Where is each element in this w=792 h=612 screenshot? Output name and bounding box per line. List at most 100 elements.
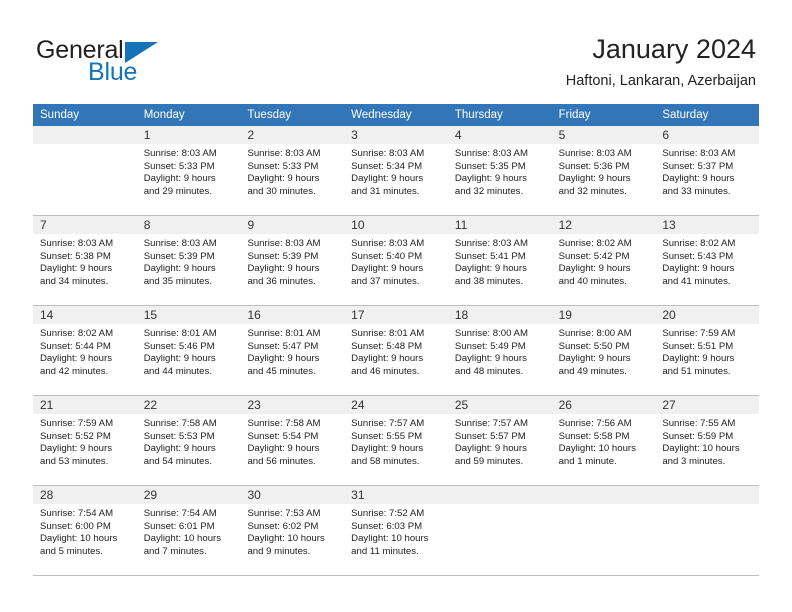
calendar-day-cell[interactable]: 31 Sunrise: 7:52 AM Sunset: 6:03 PM Dayligh… bbox=[344, 486, 448, 575]
sunset-time: Sunset: 6:03 PM bbox=[351, 520, 423, 532]
sunrise-time: Sunrise: 7:56 AM bbox=[558, 418, 632, 429]
day-details: Sunrise: 8:02 AM Sunset: 5:44 PM Daylight:… bbox=[33, 324, 137, 378]
sunset-time: Sunset: 5:38 PM bbox=[40, 250, 111, 262]
calendar-day-cell[interactable]: 15 Sunrise: 8:01 AM Sunset: 5:46 PM Dayligh… bbox=[136, 306, 241, 395]
day-number: 4 bbox=[447, 126, 552, 144]
calendar-day-cell[interactable]: 30 Sunrise: 7:53 AM Sunset: 6:02 PM Dayligh… bbox=[240, 486, 345, 575]
daylight-duration-line2: and 35 minutes. bbox=[143, 275, 212, 287]
calendar-day-cell[interactable]: 22 Sunrise: 7:58 AM Sunset: 5:53 PM Dayligh… bbox=[136, 396, 241, 485]
daylight-duration-line2: and 36 minutes. bbox=[247, 275, 316, 287]
calendar-day-cell[interactable]: 25 Sunrise: 7:57 AM Sunset: 5:57 PM Dayligh… bbox=[447, 396, 552, 485]
day-details: Sunrise: 8:00 AM Sunset: 5:49 PM Daylight:… bbox=[448, 324, 552, 378]
day-number: 19 bbox=[551, 306, 656, 324]
daylight-duration-line1: Daylight: 10 hours bbox=[558, 443, 636, 455]
day-number: 30 bbox=[240, 486, 345, 504]
calendar-day-cell[interactable]: 28 Sunrise: 7:54 AM Sunset: 6:00 PM Dayligh… bbox=[33, 486, 137, 575]
calendar-day-cell-empty bbox=[447, 486, 552, 575]
weekday-header-thursday: Thursday bbox=[454, 109, 503, 121]
daylight-duration-line2: and 32 minutes. bbox=[454, 185, 524, 197]
daylight-duration-line1: Daylight: 9 hours bbox=[143, 353, 216, 365]
sunset-time: Sunset: 5:44 PM bbox=[40, 340, 111, 352]
calendar-day-cell[interactable]: 26 Sunrise: 7:56 AM Sunset: 5:58 PM Dayligh… bbox=[551, 396, 656, 485]
daylight-duration-line1: Daylight: 9 hours bbox=[247, 443, 320, 455]
calendar-day-cell[interactable]: 23 Sunrise: 7:58 AM Sunset: 5:54 PM Dayligh… bbox=[240, 396, 345, 485]
calendar-day-cell[interactable]: 24 Sunrise: 7:57 AM Sunset: 5:55 PM Dayligh… bbox=[344, 396, 448, 485]
day-number bbox=[447, 486, 552, 504]
day-number bbox=[551, 486, 656, 504]
sunrise-time: Sunrise: 7:57 AM bbox=[351, 418, 425, 429]
day-number: 25 bbox=[447, 396, 552, 414]
day-number: 21 bbox=[33, 396, 137, 414]
day-number: 22 bbox=[136, 396, 241, 414]
day-number: 18 bbox=[447, 306, 552, 324]
calendar-day-cell[interactable]: 4 Sunrise: 8:03 AM Sunset: 5:35 PM Daylight… bbox=[447, 126, 552, 215]
day-details: Sunrise: 7:58 AM Sunset: 5:53 PM Daylight:… bbox=[137, 414, 241, 468]
sunset-time: Sunset: 5:46 PM bbox=[143, 340, 215, 352]
calendar-day-cell[interactable]: 29 Sunrise: 7:54 AM Sunset: 6:01 PM Dayligh… bbox=[136, 486, 241, 575]
calendar-day-cell[interactable]: 6 Sunrise: 8:03 AM Sunset: 5:37 PM Daylight… bbox=[655, 126, 760, 215]
day-details: Sunrise: 8:03 AM Sunset: 5:33 PM Daylight:… bbox=[240, 144, 344, 198]
day-details: Sunrise: 8:02 AM Sunset: 5:42 PM Daylight:… bbox=[552, 234, 656, 288]
logo-text-blue: Blue bbox=[88, 58, 138, 86]
daylight-duration-line2: and 3 minutes. bbox=[662, 455, 726, 467]
daylight-duration-line2: and 30 minutes. bbox=[247, 185, 316, 197]
calendar-day-cell[interactable]: 21 Sunrise: 7:59 AM Sunset: 5:52 PM Dayligh… bbox=[33, 396, 137, 485]
day-number: 3 bbox=[344, 126, 448, 144]
calendar-day-cell[interactable]: 5 Sunrise: 8:03 AM Sunset: 5:36 PM Daylight… bbox=[551, 126, 656, 215]
sunrise-time: Sunrise: 8:03 AM bbox=[143, 148, 217, 159]
calendar-day-cell[interactable]: 12 Sunrise: 8:02 AM Sunset: 5:42 PM Dayligh… bbox=[551, 216, 656, 305]
daylight-duration-line2: and 9 minutes. bbox=[247, 545, 311, 557]
daylight-duration-line2: and 40 minutes. bbox=[558, 275, 627, 287]
day-details: Sunrise: 7:54 AM Sunset: 6:00 PM Daylight:… bbox=[33, 504, 137, 558]
calendar-day-cell[interactable]: 27 Sunrise: 7:55 AM Sunset: 5:59 PM Dayligh… bbox=[655, 396, 760, 485]
day-number: 23 bbox=[240, 396, 345, 414]
day-number bbox=[33, 126, 137, 144]
calendar-day-cell[interactable]: 11 Sunrise: 8:03 AM Sunset: 5:41 PM Dayligh… bbox=[447, 216, 552, 305]
daylight-duration-line2: and 31 minutes. bbox=[351, 185, 420, 197]
sunset-time: Sunset: 5:53 PM bbox=[143, 430, 215, 442]
sunrise-time: Sunrise: 7:58 AM bbox=[143, 418, 217, 429]
sunrise-time: Sunrise: 8:00 AM bbox=[558, 328, 632, 339]
daylight-duration-line2: and 5 minutes. bbox=[40, 545, 103, 557]
calendar-day-cell[interactable]: 3 Sunrise: 8:03 AM Sunset: 5:34 PM Daylight… bbox=[344, 126, 448, 215]
day-details: Sunrise: 8:03 AM Sunset: 5:37 PM Daylight:… bbox=[655, 144, 759, 198]
day-number: 2 bbox=[240, 126, 345, 144]
day-number: 9 bbox=[240, 216, 345, 234]
daylight-duration-line1: Daylight: 9 hours bbox=[247, 353, 320, 365]
daylight-duration-line2: and 7 minutes. bbox=[143, 545, 207, 557]
calendar-day-cell[interactable]: 1 Sunrise: 8:03 AM Sunset: 5:33 PM Daylight… bbox=[136, 126, 241, 215]
day-details: Sunrise: 7:52 AM Sunset: 6:03 PM Daylight:… bbox=[344, 504, 448, 558]
daylight-duration-line1: Daylight: 9 hours bbox=[143, 173, 216, 185]
sunrise-time: Sunrise: 7:53 AM bbox=[247, 508, 321, 519]
day-details: Sunrise: 8:03 AM Sunset: 5:40 PM Daylight:… bbox=[344, 234, 448, 288]
day-number: 24 bbox=[344, 396, 448, 414]
calendar-day-cell[interactable]: 18 Sunrise: 8:00 AM Sunset: 5:49 PM Dayligh… bbox=[447, 306, 552, 395]
calendar-day-cell[interactable]: 19 Sunrise: 8:00 AM Sunset: 5:50 PM Dayligh… bbox=[551, 306, 656, 395]
calendar-day-cell[interactable]: 16 Sunrise: 8:01 AM Sunset: 5:47 PM Dayligh… bbox=[240, 306, 345, 395]
calendar-day-cell[interactable]: 10 Sunrise: 8:03 AM Sunset: 5:40 PM Dayligh… bbox=[344, 216, 448, 305]
daylight-duration-line2: and 1 minute. bbox=[558, 455, 617, 467]
sunrise-time: Sunrise: 8:01 AM bbox=[143, 328, 217, 339]
sunrise-time: Sunrise: 8:01 AM bbox=[247, 328, 321, 339]
calendar-day-cell[interactable]: 14 Sunrise: 8:02 AM Sunset: 5:44 PM Dayligh… bbox=[33, 306, 137, 395]
calendar-day-cell-empty bbox=[551, 486, 656, 575]
daylight-duration-line2: and 11 minutes. bbox=[351, 545, 419, 557]
daylight-duration-line1: Daylight: 10 hours bbox=[351, 533, 429, 545]
sunrise-time: Sunrise: 7:52 AM bbox=[351, 508, 425, 519]
calendar-day-cell[interactable]: 7 Sunrise: 8:03 AM Sunset: 5:38 PM Daylight… bbox=[33, 216, 137, 305]
calendar-day-cell[interactable]: 2 Sunrise: 8:03 AM Sunset: 5:33 PM Daylight… bbox=[240, 126, 345, 215]
daylight-duration-line1: Daylight: 9 hours bbox=[143, 443, 216, 455]
calendar-day-cell[interactable]: 9 Sunrise: 8:03 AM Sunset: 5:39 PM Daylight… bbox=[240, 216, 345, 305]
calendar-day-cell[interactable]: 13 Sunrise: 8:02 AM Sunset: 5:43 PM Dayligh… bbox=[655, 216, 760, 305]
calendar-day-cell[interactable]: 8 Sunrise: 8:03 AM Sunset: 5:39 PM Daylight… bbox=[136, 216, 241, 305]
sunset-time: Sunset: 6:02 PM bbox=[247, 520, 319, 532]
day-number: 14 bbox=[33, 306, 137, 324]
general-blue-logo[interactable]: General Blue bbox=[33, 36, 263, 92]
day-details: Sunrise: 8:03 AM Sunset: 5:35 PM Daylight:… bbox=[448, 144, 552, 198]
daylight-duration-line1: Daylight: 9 hours bbox=[40, 263, 112, 275]
calendar-day-cell[interactable]: 17 Sunrise: 8:01 AM Sunset: 5:48 PM Dayligh… bbox=[344, 306, 448, 395]
day-details: Sunrise: 8:00 AM Sunset: 5:50 PM Daylight:… bbox=[552, 324, 656, 378]
calendar-day-cell[interactable]: 20 Sunrise: 7:59 AM Sunset: 5:51 PM Dayligh… bbox=[655, 306, 760, 395]
daylight-duration-line1: Daylight: 9 hours bbox=[662, 173, 735, 185]
sunrise-time: Sunrise: 8:02 AM bbox=[662, 238, 736, 249]
